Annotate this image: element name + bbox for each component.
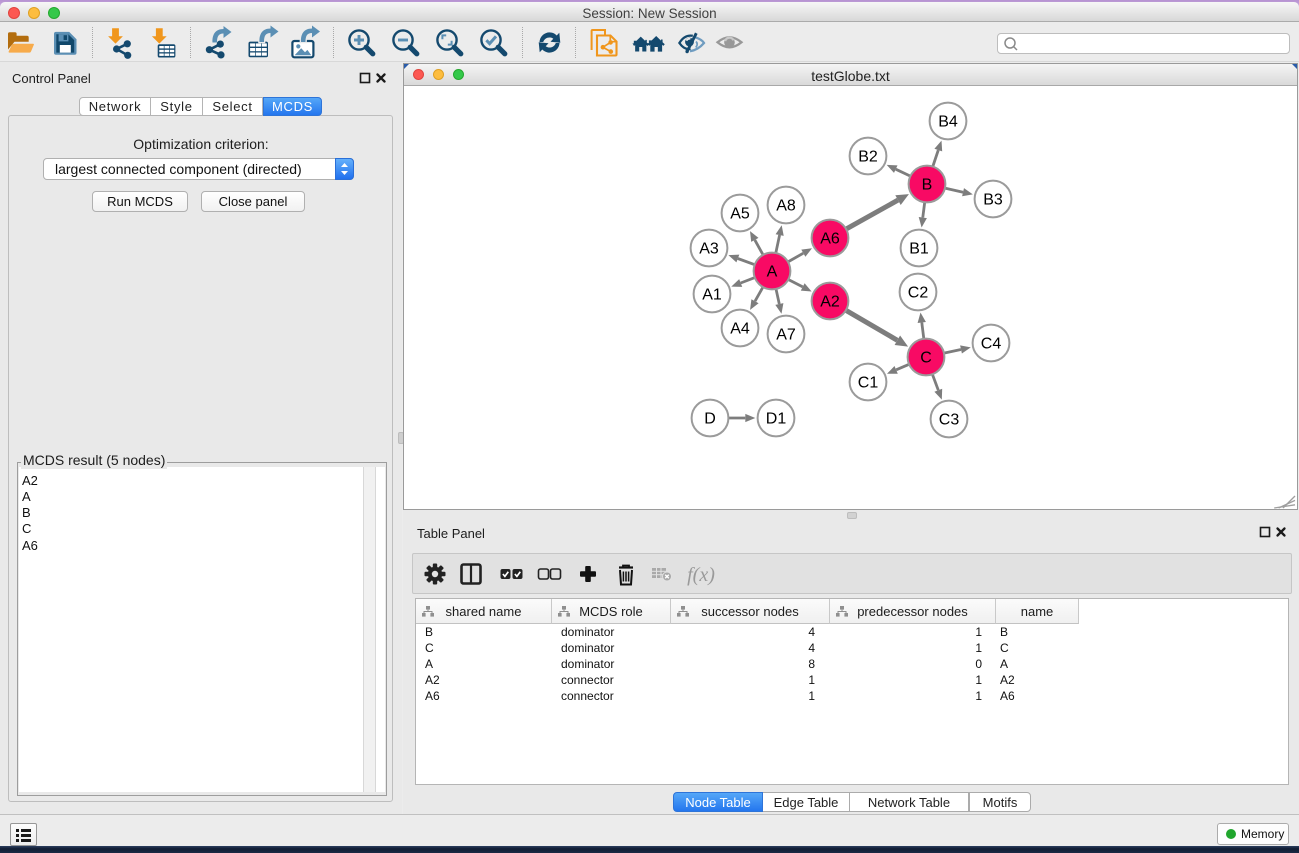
svg-text:A3: A3 xyxy=(699,241,719,258)
svg-text:C2: C2 xyxy=(908,285,929,302)
svg-text:B1: B1 xyxy=(909,241,929,258)
svg-text:A8: A8 xyxy=(776,198,796,215)
svg-text:A2: A2 xyxy=(820,294,840,311)
svg-text:A7: A7 xyxy=(776,327,796,344)
svg-text:A1: A1 xyxy=(702,287,722,304)
svg-text:A: A xyxy=(767,264,778,281)
svg-text:B4: B4 xyxy=(938,114,958,131)
svg-text:B: B xyxy=(922,177,933,194)
svg-text:A4: A4 xyxy=(730,321,750,338)
svg-text:B3: B3 xyxy=(983,192,1003,209)
svg-text:A6: A6 xyxy=(820,231,840,248)
svg-text:D1: D1 xyxy=(766,411,787,428)
svg-text:D: D xyxy=(704,411,716,428)
svg-text:C1: C1 xyxy=(858,375,879,392)
svg-text:A5: A5 xyxy=(730,206,750,223)
svg-text:f(x): f(x) xyxy=(687,564,715,586)
svg-text:C3: C3 xyxy=(939,412,960,429)
svg-text:C4: C4 xyxy=(981,336,1002,353)
svg-text:B2: B2 xyxy=(858,149,878,166)
svg-text:C: C xyxy=(920,350,932,367)
